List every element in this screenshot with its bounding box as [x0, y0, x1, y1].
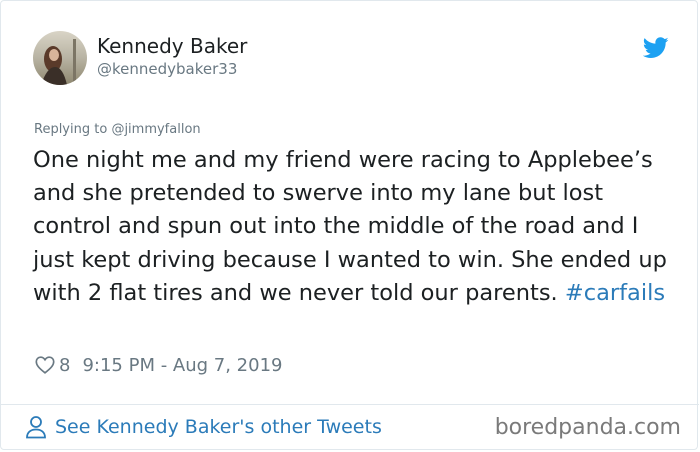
- heart-outline-icon[interactable]: [34, 354, 56, 376]
- tweet-timestamp[interactable]: 9:15 PM - Aug 7, 2019: [82, 355, 282, 376]
- replying-handle-link[interactable]: @jimmyfallon: [111, 122, 200, 137]
- person-outline-icon: [26, 416, 46, 439]
- tweet-text: One night me and my friend were racing t…: [33, 144, 683, 310]
- avatar-photo: [33, 31, 87, 85]
- like-count: 8: [59, 354, 71, 376]
- replying-to: Replying to @jimmyfallon: [34, 122, 201, 137]
- replying-prefix: Replying to: [34, 122, 112, 137]
- author-handle[interactable]: @kennedybaker33: [97, 60, 237, 78]
- hashtag-link[interactable]: #carfails: [565, 280, 665, 306]
- boredpanda-watermark: boredpanda.com: [494, 415, 681, 440]
- tweet-meta: 8 9:15 PM - Aug 7, 2019: [34, 352, 283, 378]
- author-name[interactable]: Kennedy Baker: [97, 34, 247, 58]
- divider: [1, 404, 699, 405]
- avatar[interactable]: [33, 31, 87, 85]
- see-more-label: See Kennedy Baker's other Tweets: [55, 416, 382, 438]
- twitter-bird-icon[interactable]: [643, 37, 669, 59]
- tweet-card: Kennedy Baker @kennedybaker33 Replying t…: [0, 0, 699, 450]
- see-more-tweets-link[interactable]: See Kennedy Baker's other Tweets: [25, 415, 382, 439]
